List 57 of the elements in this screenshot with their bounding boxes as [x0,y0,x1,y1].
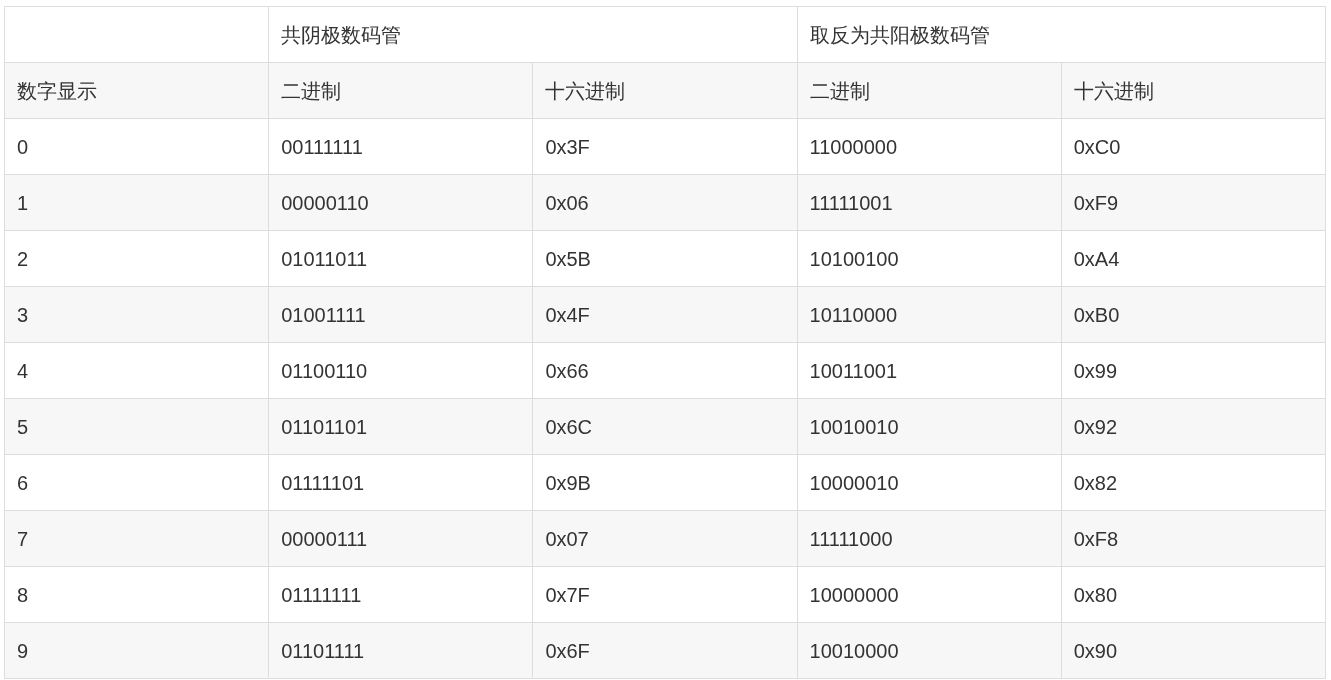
table-cell: 0x6C [532,398,798,455]
table-cell: 00111111 [268,118,533,175]
table-cell: 10010010 [797,398,1062,455]
table-cell: 0x07 [532,510,798,567]
table-cell: 0x92 [1061,398,1326,455]
table-cell: 5 [4,398,269,455]
table-cell: 0xF8 [1061,510,1326,567]
table-cell: 01011011 [268,230,533,287]
table-cell: 00000111 [268,510,533,567]
table-cell: 00000110 [268,174,533,231]
table-cell: 0x90 [1061,622,1326,679]
group-header: 共阴极数码管 [268,6,798,63]
table-cell: 01111101 [268,454,533,511]
column-header: 数字显示 [4,62,269,119]
table-cell: 11000000 [797,118,1062,175]
table-cell: 10000010 [797,454,1062,511]
column-header: 二进制 [797,62,1062,119]
table-cell: 0x5B [532,230,798,287]
table-cell: 01101101 [268,398,533,455]
table-cell: 10000000 [797,566,1062,623]
table-cell: 7 [4,510,269,567]
table-cell: 0x80 [1061,566,1326,623]
table-cell: 3 [4,286,269,343]
table-cell: 6 [4,454,269,511]
table-cell: 0x9B [532,454,798,511]
table-cell: 10010000 [797,622,1062,679]
table-cell: 01101111 [268,622,533,679]
table-cell: 0x6F [532,622,798,679]
table-cell: 2 [4,230,269,287]
table-cell: 0xF9 [1061,174,1326,231]
table-cell: 0xA4 [1061,230,1326,287]
column-header: 二进制 [268,62,533,119]
table-cell: 0xB0 [1061,286,1326,343]
group-header: 取反为共阳极数码管 [797,6,1326,63]
table-cell: 0xC0 [1061,118,1326,175]
table-cell: 9 [4,622,269,679]
table-cell: 0x99 [1061,342,1326,399]
table-cell: 11111001 [797,174,1062,231]
table-cell: 4 [4,342,269,399]
table-cell: 10110000 [797,286,1062,343]
table-cell: 8 [4,566,269,623]
table-cell: 0x06 [532,174,798,231]
table-cell: 0x66 [532,342,798,399]
table-cell: 0x4F [532,286,798,343]
table-cell: 0x3F [532,118,798,175]
table-cell: 01001111 [268,286,533,343]
table-cell: 10100100 [797,230,1062,287]
column-header: 十六进制 [1061,62,1326,119]
table-cell: 0x82 [1061,454,1326,511]
table-cell: 0 [4,118,269,175]
column-header: 十六进制 [532,62,798,119]
table-cell: 01111111 [268,566,533,623]
table-cell: 11111000 [797,510,1062,567]
table-cell: 0x7F [532,566,798,623]
table-cell: 1 [4,174,269,231]
table-cell: 10011001 [797,342,1062,399]
table-cell: 01100110 [268,342,533,399]
